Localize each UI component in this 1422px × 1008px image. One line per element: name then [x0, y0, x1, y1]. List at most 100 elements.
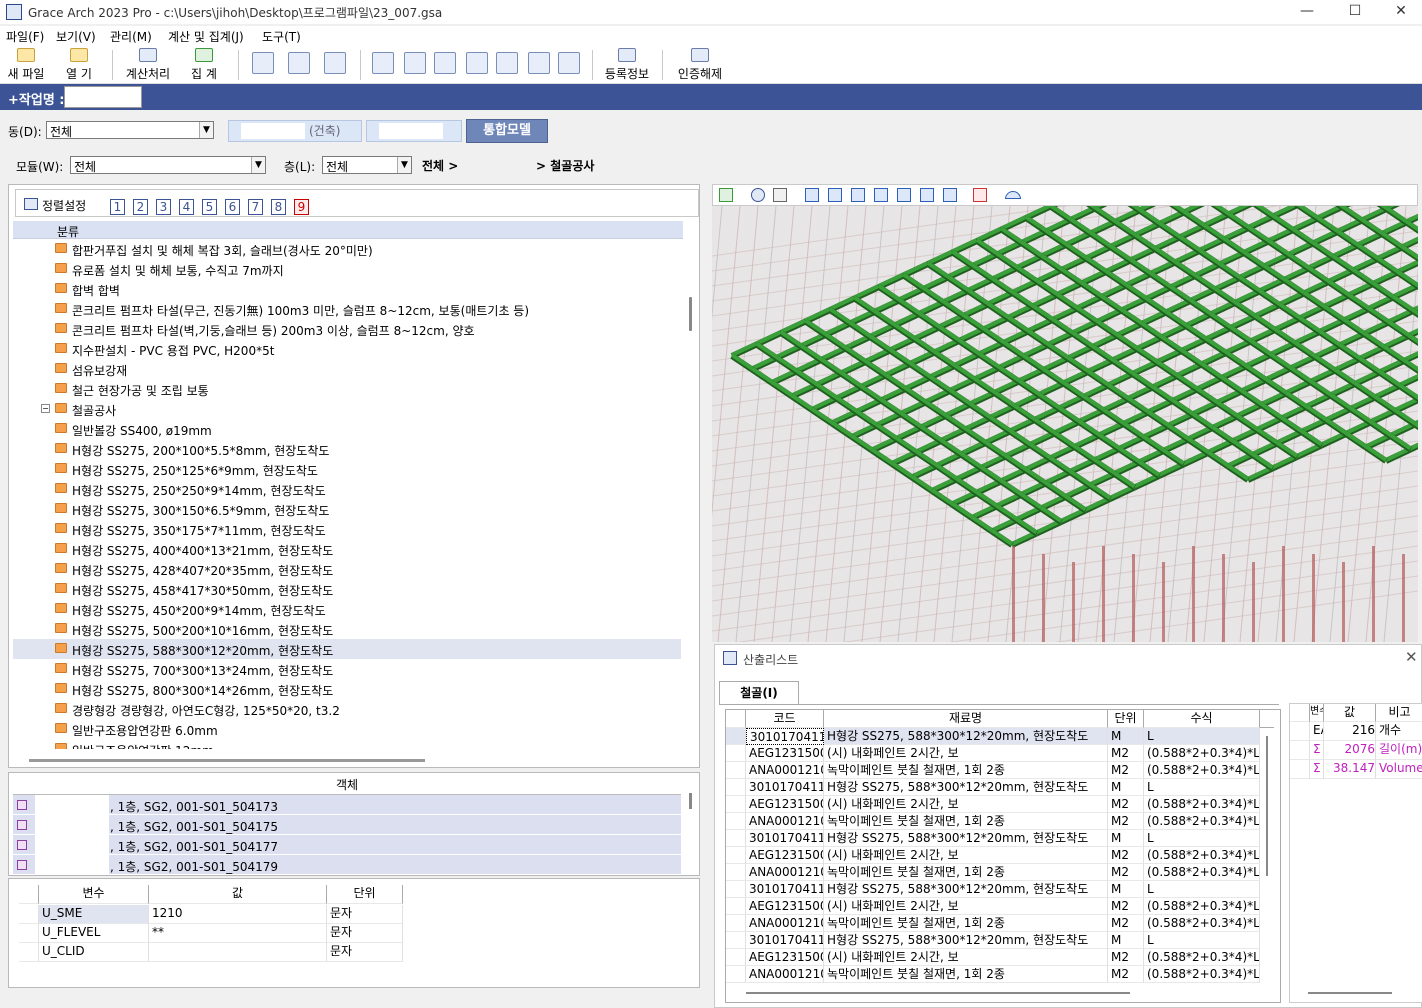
tree-item[interactable]: H형강 SS275, 200*100*5.5*8mm, 현장도착도 — [13, 439, 681, 459]
calc-row[interactable]: AEG12315000(시) 내화페인트 2시간, 보M2(0.588*2+0.… — [726, 796, 1260, 813]
cloud-icon[interactable] — [1005, 191, 1021, 199]
object-row[interactable]: , 1층, SG2, 001-S01_504175 — [13, 815, 681, 835]
object-row[interactable]: , 1층, SG2, 001-S01_504173 — [13, 795, 681, 815]
sort-tab-5[interactable]: 5 — [202, 199, 217, 215]
tree-item[interactable]: 유로폼 설치 및 해체 보통, 수직고 7m까지 — [13, 259, 681, 279]
sort-tab-9[interactable]: 9 — [294, 199, 309, 215]
aggregate-button[interactable]: 집 계 — [182, 48, 226, 82]
tree-scrollbar-thumb[interactable] — [689, 297, 692, 331]
close-icon[interactable]: ✕ — [1405, 648, 1418, 666]
layout-icon-4[interactable] — [466, 52, 488, 74]
menu-manage[interactable]: 관리(M) — [110, 28, 152, 45]
menu-file[interactable]: 파일(F) — [6, 28, 44, 45]
view-cube-icon-5[interactable] — [897, 188, 911, 202]
floor-select[interactable]: 전체 ▼ — [322, 156, 412, 174]
summary-row[interactable]: Σ 38.147 Volume — [1290, 760, 1422, 779]
calc-process-button[interactable]: 계산처리 — [122, 48, 174, 82]
filter-icon[interactable] — [773, 188, 787, 202]
calc-row[interactable]: 301017041100H형강 SS275, 588*300*12*20mm, … — [726, 779, 1260, 796]
edit-icon[interactable] — [496, 52, 518, 74]
tree-item[interactable]: H형강 SS275, 250*250*9*14mm, 현장도착도 — [13, 479, 681, 499]
tree-item[interactable]: H형강 SS275, 700*300*13*24mm, 현장도착도 — [13, 659, 681, 679]
sort-tab-1[interactable]: 1 — [110, 199, 125, 215]
job-name-input[interactable] — [64, 86, 142, 108]
tree-item[interactable]: 경량형강 경량형강, 아연도C형강, 125*50*20, t3.2 — [13, 699, 681, 719]
tree-item[interactable]: 합판거푸집 설치 및 해체 복잡 3회, 슬래브(경사도 20°미만) — [13, 239, 681, 259]
building-select[interactable]: 전체 ▼ — [46, 121, 214, 139]
tree-item[interactable]: H형강 SS275, 350*175*7*11mm, 현장도착도 — [13, 519, 681, 539]
tree-item[interactable]: 일반구조용압연강판 12mm — [13, 739, 681, 749]
tree-item[interactable]: 섬유보강재 — [13, 359, 681, 379]
register-info-button[interactable]: 등록정보 — [600, 48, 654, 82]
view-cube-icon-1[interactable] — [805, 188, 819, 202]
tree-item[interactable]: 일반구조용압연강판 6.0mm — [13, 719, 681, 739]
tree-item[interactable]: H형강 SS275, 450*200*9*14mm, 현장도착도 — [13, 599, 681, 619]
module-select[interactable]: 전체 ▼ — [70, 156, 266, 174]
model-icon[interactable] — [719, 188, 733, 202]
calc-row[interactable]: ANA00012100녹막이페인트 붓칠 철재면, 1회 2종M2(0.588*… — [726, 864, 1260, 881]
calc-row[interactable]: ANA00012100녹막이페인트 붓칠 철재면, 1회 2종M2(0.588*… — [726, 813, 1260, 830]
view-cube-icon-6[interactable] — [920, 188, 934, 202]
calc-row[interactable]: ANA00012100녹막이페인트 붓칠 철재면, 1회 2종M2(0.588*… — [726, 966, 1260, 983]
building-pill-2[interactable] — [366, 120, 462, 142]
building-pill-arch[interactable]: (건축) — [228, 120, 362, 142]
calc-row[interactable]: ANA00012100녹막이페인트 붓칠 철재면, 1회 2종M2(0.588*… — [726, 915, 1260, 932]
menu-view[interactable]: 보기(V) — [56, 28, 96, 45]
close-button[interactable]: ✕ — [1378, 0, 1422, 24]
calc-row[interactable]: AEG12315000(시) 내화페인트 2시간, 보M2(0.588*2+0.… — [726, 898, 1260, 915]
new-file-button[interactable]: 새 파일 — [4, 48, 48, 82]
tree-hscrollbar-thumb[interactable] — [29, 759, 425, 762]
breadcrumb-root[interactable]: 전체 > — [422, 157, 458, 174]
tree-item[interactable]: H형강 SS275, 500*200*10*16mm, 현장도착도 — [13, 619, 681, 639]
tree-item[interactable]: H형강 SS275, 800*300*14*26mm, 현장도착도 — [13, 679, 681, 699]
sort-settings-button[interactable]: 정렬설정 — [42, 197, 86, 214]
calc-row[interactable]: 301017041100H형강 SS275, 588*300*12*20mm, … — [726, 881, 1260, 898]
tree-item[interactable]: − 철골공사 — [13, 399, 681, 419]
layout-icon-5[interactable] — [528, 52, 550, 74]
sort-tab-7[interactable]: 7 — [248, 199, 263, 215]
variable-row[interactable]: U_SME 1210 문자 — [19, 905, 403, 924]
sort-tab-8[interactable]: 8 — [271, 199, 286, 215]
preview-icon[interactable] — [252, 52, 274, 74]
summary-row[interactable]: EA216개수 — [1290, 722, 1422, 741]
sort-tab-2[interactable]: 2 — [133, 199, 148, 215]
object-row[interactable]: , 1층, SG2, 001-S01_504179 — [13, 855, 681, 875]
variable-row[interactable]: U_CLID 문자 — [19, 943, 403, 962]
view-cube-icon-7[interactable] — [943, 188, 957, 202]
tree-item[interactable]: 지수판설치 - PVC 용접 PVC, H200*5t — [13, 339, 681, 359]
summary-row[interactable]: Σ 2076 길이(m) — [1290, 741, 1422, 760]
tree-item[interactable]: 콘크리트 펌프차 타설(무근, 진동기無) 100m3 미만, 슬럼프 8~12… — [13, 299, 681, 319]
calc-row[interactable]: 301017041100H형강 SS275, 588*300*12*20mm, … — [726, 728, 1260, 745]
calc-scrollbar-thumb[interactable] — [1266, 736, 1268, 876]
collapse-icon[interactable]: − — [41, 404, 50, 413]
menu-tools[interactable]: 도구(T) — [262, 28, 301, 45]
calc-row[interactable]: AEG12315000(시) 내화페인트 2시간, 보M2(0.588*2+0.… — [726, 949, 1260, 966]
calc-row[interactable]: 301017041100H형강 SS275, 588*300*12*20mm, … — [726, 830, 1260, 847]
tab-steel[interactable]: 철골(I) — [719, 681, 799, 705]
layout-icon-2[interactable] — [404, 52, 426, 74]
tree-item[interactable]: H형강 SS275, 428*407*20*35mm, 현장도착도 — [13, 559, 681, 579]
breadcrumb-current[interactable]: > 철골공사 — [536, 157, 594, 174]
tree-item[interactable]: H형강 SS275, 400*400*13*21mm, 현장도착도 — [13, 539, 681, 559]
orbit-icon[interactable] — [751, 188, 765, 202]
tree-item[interactable]: H형강 SS275, 250*125*6*9mm, 현장도착도 — [13, 459, 681, 479]
calc-row[interactable]: AEG12315000(시) 내화페인트 2시간, 보M2(0.588*2+0.… — [726, 745, 1260, 762]
variable-row[interactable]: U_FLEVEL ** 문자 — [19, 924, 403, 943]
tree-item[interactable]: H형강 SS275, 300*150*6.5*9mm, 현장도착도 — [13, 499, 681, 519]
minimize-button[interactable]: — — [1284, 0, 1330, 24]
view-cube-icon-2[interactable] — [828, 188, 842, 202]
print-preview-icon[interactable] — [324, 52, 346, 74]
view-cube-icon-4[interactable] — [874, 188, 888, 202]
calc-row[interactable]: AEG12315000(시) 내화페인트 2시간, 보M2(0.588*2+0.… — [726, 847, 1260, 864]
object-row[interactable]: , 1층, SG2, 001-S01_504177 — [13, 835, 681, 855]
tree-item[interactable]: 일반볼강 SS400, ø19mm — [13, 419, 681, 439]
list-icon[interactable] — [973, 188, 987, 202]
summary-hscrollbar-thumb[interactable] — [1308, 992, 1392, 994]
sort-tab-3[interactable]: 3 — [156, 199, 171, 215]
layout-icon-3[interactable] — [434, 52, 456, 74]
tree-item[interactable]: 철근 현장가공 및 조립 보통 — [13, 379, 681, 399]
search-icon[interactable] — [288, 52, 310, 74]
object-scrollbar-thumb[interactable] — [689, 793, 692, 809]
layout-icon-6[interactable] — [558, 52, 580, 74]
open-button[interactable]: 열 기 — [56, 48, 102, 82]
